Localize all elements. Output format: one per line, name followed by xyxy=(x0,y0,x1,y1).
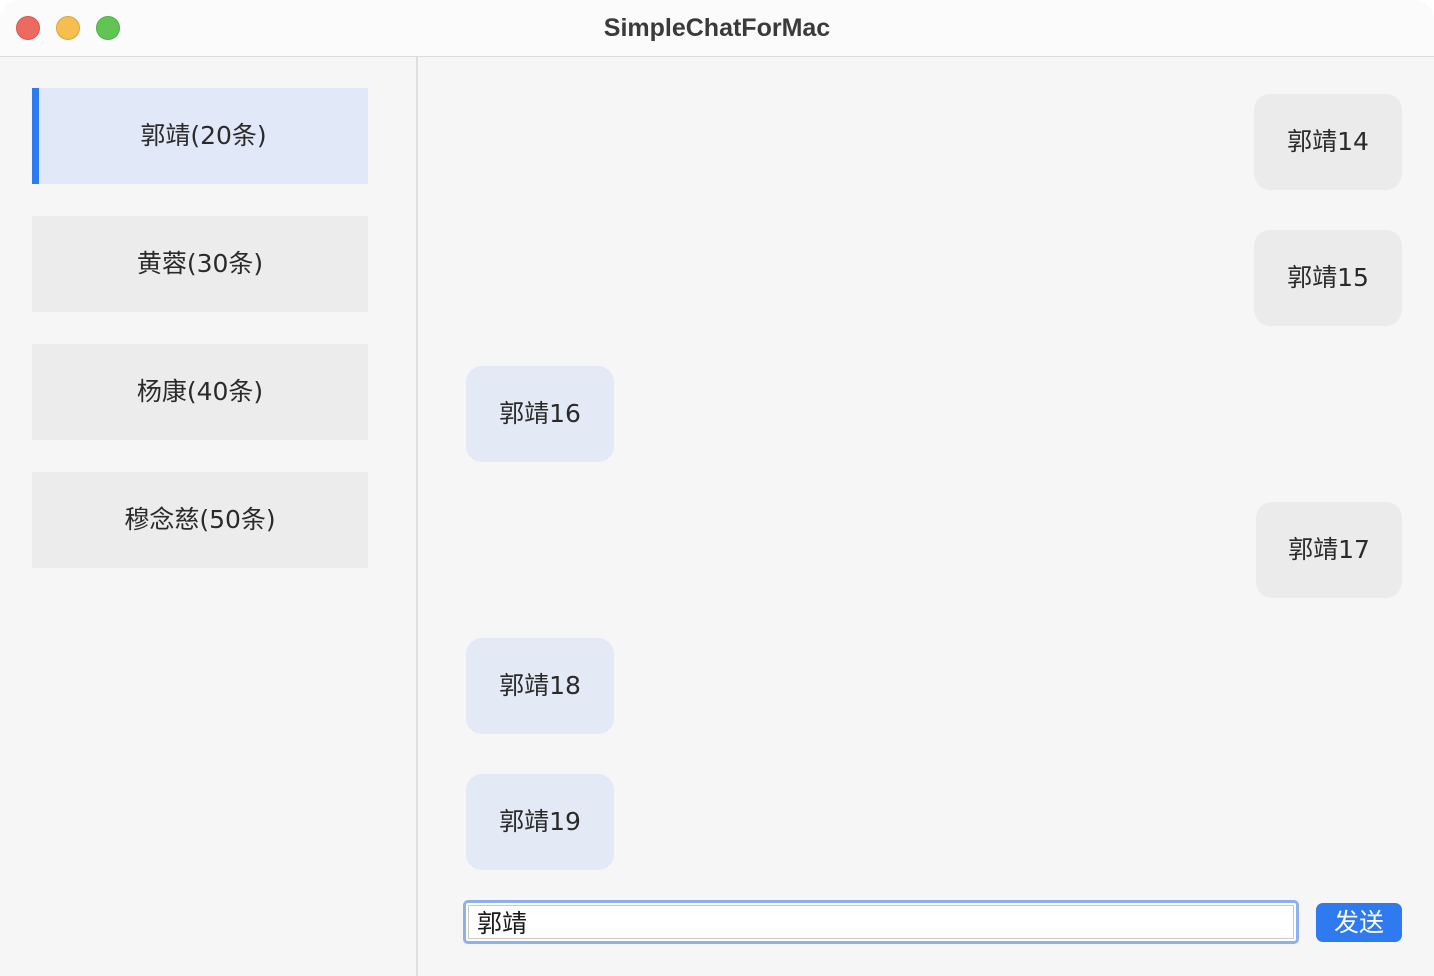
contact-label: 杨康(40条) xyxy=(136,377,264,406)
message-bubble: 郭靖18 xyxy=(466,638,614,734)
message-bubble: 郭靖17 xyxy=(1256,502,1402,598)
contact-sidebar: 郭靖(20条) 黄蓉(30条) 杨康(40条) 穆念慈(50条) xyxy=(0,57,418,976)
title-bar[interactable]: SimpleChatForMac xyxy=(0,0,1434,57)
chat-panel: 郭靖14 郭靖15 郭靖16 郭靖17 郭靖18 郭靖19 发送 xyxy=(418,57,1434,976)
message-input-focus-ring xyxy=(463,900,1299,944)
message-input[interactable] xyxy=(468,905,1294,939)
contact-label: 穆念慈(50条) xyxy=(124,505,276,534)
contact-item-yangkang[interactable]: 杨康(40条) xyxy=(32,344,368,440)
send-button[interactable]: 发送 xyxy=(1316,903,1402,942)
message-bubble: 郭靖16 xyxy=(466,366,614,462)
contact-label: 黄蓉(30条) xyxy=(136,249,264,278)
contact-label: 郭靖(20条) xyxy=(140,121,267,150)
contact-item-huangrong[interactable]: 黄蓉(30条) xyxy=(32,216,368,312)
message-bubble: 郭靖14 xyxy=(1254,94,1402,190)
message-bubble: 郭靖15 xyxy=(1254,230,1402,326)
contact-item-guojing[interactable]: 郭靖(20条) xyxy=(32,88,368,184)
contact-item-munianci[interactable]: 穆念慈(50条) xyxy=(32,472,368,568)
message-bubble: 郭靖19 xyxy=(466,774,614,870)
window-title: SimpleChatForMac xyxy=(603,14,831,42)
app-window: SimpleChatForMac 郭靖(20条) 黄蓉(30条) 杨康(40条)… xyxy=(0,0,1434,976)
